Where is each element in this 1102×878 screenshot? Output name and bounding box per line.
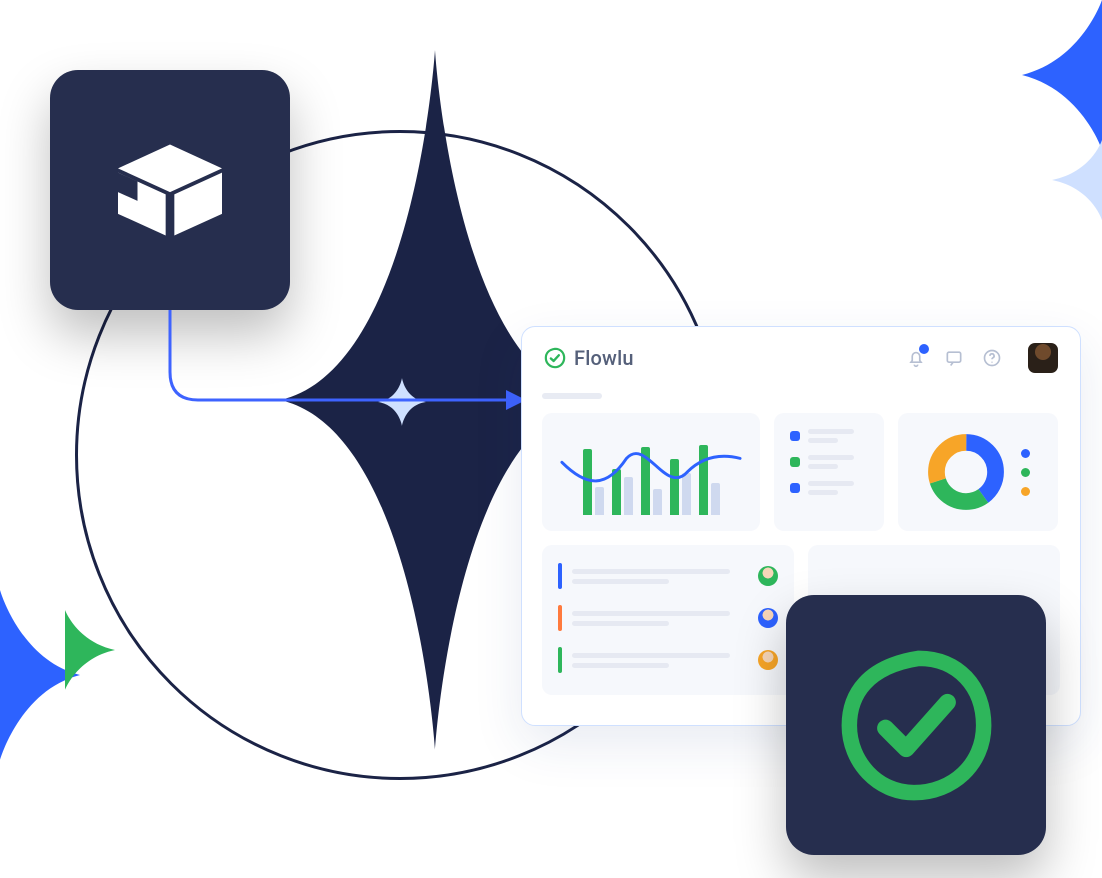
donut-chart xyxy=(927,433,1005,511)
task-avatar xyxy=(758,608,778,628)
ornament-bottom-left-green xyxy=(65,610,115,690)
task-accent-bar xyxy=(558,563,562,589)
help-icon[interactable] xyxy=(980,346,1004,370)
legend-item xyxy=(790,455,868,469)
donut-legend xyxy=(1021,449,1030,496)
task-row xyxy=(558,605,778,631)
task-row xyxy=(558,647,778,673)
legend-dot xyxy=(1021,449,1030,458)
user-avatar[interactable] xyxy=(1028,343,1058,373)
panel-donut-chart xyxy=(898,413,1058,531)
panel-bar-line-chart xyxy=(542,413,760,531)
legend-dot xyxy=(790,431,800,441)
legend-dot xyxy=(790,483,800,493)
task-avatar xyxy=(758,566,778,586)
ornament-top-right-blue xyxy=(982,0,1102,150)
breadcrumb-placeholder xyxy=(542,393,602,399)
dashboard-header: Flowlu xyxy=(522,327,1080,389)
trend-line xyxy=(558,429,744,513)
task-avatar xyxy=(758,650,778,670)
flowlu-leaf-check-icon xyxy=(544,347,566,369)
flowlu-logo: Flowlu xyxy=(544,346,634,370)
notification-dot xyxy=(919,344,929,354)
flowlu-brand-label: Flowlu xyxy=(574,346,634,370)
task-row xyxy=(558,563,778,589)
source-app-tile xyxy=(50,70,290,310)
airtable-box-icon xyxy=(105,125,235,255)
legend-dot xyxy=(1021,487,1030,496)
bell-icon[interactable] xyxy=(904,346,928,370)
panel-task-list xyxy=(542,545,794,695)
legend-item xyxy=(790,429,868,443)
legend-item xyxy=(790,481,868,495)
legend-dot xyxy=(790,457,800,467)
legend-dot xyxy=(1021,468,1030,477)
flowlu-leaf-check-icon xyxy=(839,648,994,803)
background-accent-star xyxy=(378,378,426,426)
mini-bar-line-chart xyxy=(558,429,744,515)
task-accent-bar xyxy=(558,605,562,631)
panel-mini-legend xyxy=(774,413,884,531)
task-accent-bar xyxy=(558,647,562,673)
ornament-top-right-light xyxy=(1042,140,1102,220)
chat-icon[interactable] xyxy=(942,346,966,370)
flowlu-app-tile xyxy=(786,595,1046,855)
